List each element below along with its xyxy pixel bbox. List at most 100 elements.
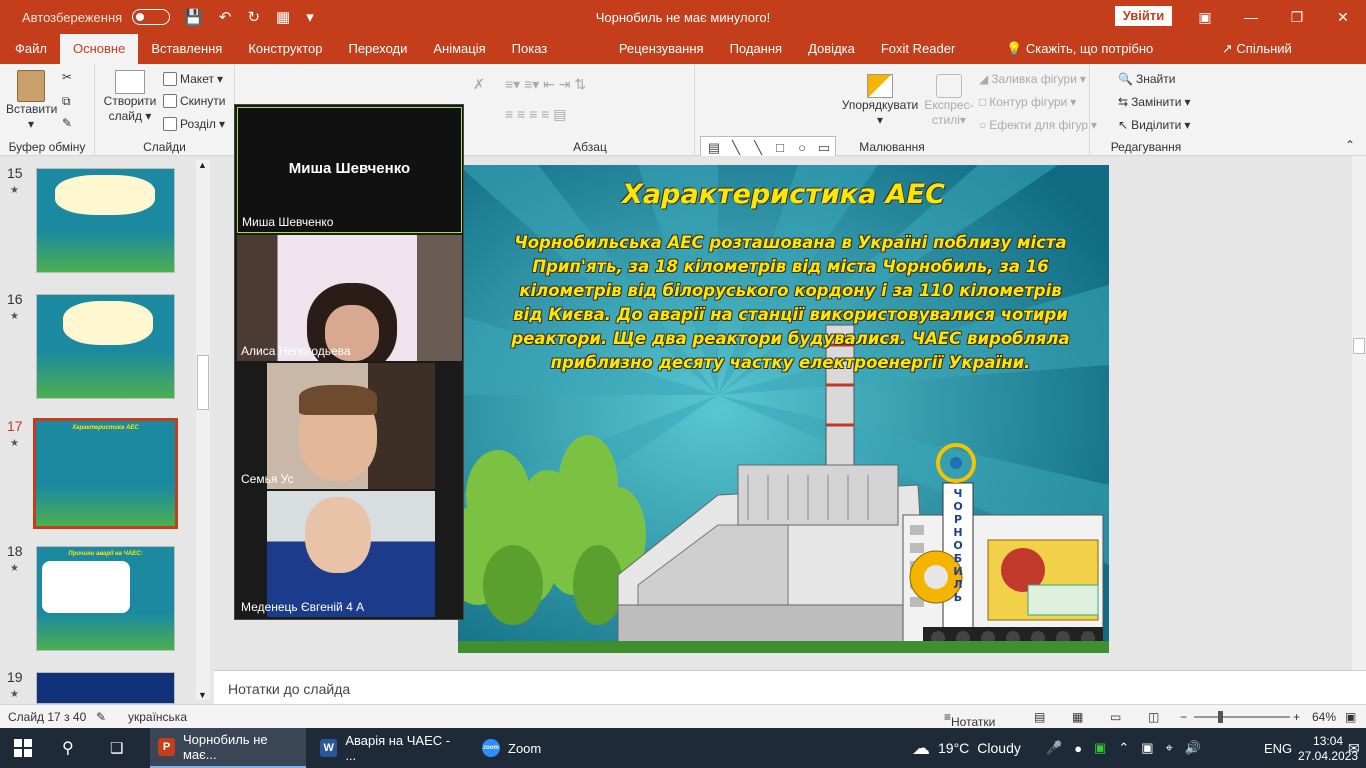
- quick-styles-button[interactable]: Експрес-стилі▾: [923, 74, 975, 128]
- participant-tile[interactable]: Алиса Непогодьева: [237, 235, 462, 361]
- share-button[interactable]: ↗ Спільний доступ: [1209, 34, 1344, 86]
- slide-sorter-icon[interactable]: ▦: [1072, 710, 1083, 724]
- chornobyl-sign: ЧОРНОБИЛЬ: [953, 487, 963, 604]
- zoom-level[interactable]: 64%: [1312, 710, 1336, 724]
- ribbon-display-icon[interactable]: ▣: [1182, 0, 1228, 34]
- weather-widget[interactable]: ☁ 19°C Cloudy: [912, 728, 1021, 768]
- editor-scroll-thumb[interactable]: [1353, 338, 1365, 354]
- cloud-icon: ☁: [912, 737, 930, 758]
- reset-button[interactable]: Скинути: [163, 94, 225, 108]
- slideshow-icon[interactable]: ◫: [1148, 710, 1159, 724]
- select-button[interactable]: ↖ Виділити ▾: [1118, 118, 1190, 132]
- wifi-icon[interactable]: ⌖: [1166, 740, 1173, 756]
- slide-number: 17: [7, 418, 23, 434]
- zoom-slider-thumb[interactable]: [1218, 711, 1223, 723]
- redo-icon[interactable]: ↻: [247, 8, 260, 26]
- shape-fill-button[interactable]: ◢ Заливка фігури ▾: [979, 72, 1086, 86]
- copy-icon[interactable]: ⧉: [62, 94, 71, 109]
- bullets-icon[interactable]: ≡▾ ≡▾ ⇤ ⇥ ⇅: [505, 76, 586, 93]
- new-slide-button[interactable]: Створити слайд ▾: [101, 70, 159, 124]
- microphone-icon[interactable]: 🎤: [1046, 740, 1062, 756]
- show-hidden-icons[interactable]: ⌃: [1118, 740, 1129, 756]
- slide-thumbnail-16[interactable]: [36, 294, 175, 399]
- replace-button[interactable]: ⇆ Замінити ▾: [1118, 95, 1190, 109]
- thumbnails-scroll-thumb[interactable]: [197, 355, 209, 410]
- taskbar-word[interactable]: W Аварія на ЧАЕС - ...: [312, 728, 468, 768]
- slide-thumbnail-15[interactable]: [36, 168, 175, 273]
- green-app-icon[interactable]: ▣: [1094, 740, 1106, 756]
- lightbulb-icon: 💡: [1006, 41, 1023, 56]
- shape-outline-button[interactable]: □ Контур фігури ▾: [979, 95, 1076, 109]
- zoom-out-icon[interactable]: −: [1180, 710, 1187, 724]
- ribbon: Вставити ▾ ✂ ⧉ ✎ Буфер обміну Створити сла…: [0, 64, 1366, 196]
- volume-icon[interactable]: 🔊: [1185, 740, 1201, 756]
- taskbar-powerpoint[interactable]: P Чорнобиль не має...: [150, 728, 306, 768]
- participant-tile[interactable]: Меденець Євгеній 4 А: [237, 491, 462, 617]
- clear-format-icon[interactable]: ✗: [473, 76, 485, 93]
- section-button[interactable]: Розділ ▾: [163, 117, 225, 131]
- slide-number: 18: [7, 543, 23, 559]
- participant-tile[interactable]: Семья Ус: [237, 363, 462, 489]
- sign-in-button[interactable]: Увійти: [1115, 6, 1172, 26]
- cut-icon[interactable]: ✂: [62, 70, 72, 84]
- layout-button[interactable]: Макет ▾: [163, 72, 223, 86]
- shape-effects-button[interactable]: ○ Ефекти для фігур ▾: [979, 118, 1097, 132]
- align-icons[interactable]: ≡ ≡ ≡ ≡ ▤: [505, 106, 566, 123]
- minimize-icon[interactable]: —: [1228, 0, 1274, 34]
- tab-file[interactable]: Файл: [0, 34, 60, 64]
- collapse-ribbon-icon[interactable]: ⌃: [1345, 138, 1355, 152]
- scroll-up-icon[interactable]: ▲: [198, 160, 207, 170]
- arrange-button[interactable]: Упорядкувати ▾: [840, 74, 920, 128]
- tab-view[interactable]: Подання: [717, 34, 796, 64]
- slide-body-text[interactable]: Чорнобильська АЕС розташована в Україні …: [508, 231, 1073, 375]
- tab-help[interactable]: Довідка: [795, 34, 868, 64]
- keyboard-language[interactable]: ENG: [1264, 728, 1292, 768]
- task-view-icon[interactable]: ❏: [110, 728, 123, 768]
- taskbar-zoom[interactable]: zoom Zoom: [474, 728, 574, 768]
- participant-tile[interactable]: Миша Шевченко Миша Шевченко: [237, 107, 462, 233]
- tab-animations[interactable]: Анімація: [420, 34, 498, 64]
- tab-foxit[interactable]: Foxit Reader PDF: [868, 34, 993, 86]
- spellcheck-icon[interactable]: ✎: [96, 710, 106, 724]
- search-icon[interactable]: ⚲: [62, 728, 74, 768]
- present-icon[interactable]: ▦: [276, 8, 290, 26]
- zoom-tray-icon[interactable]: ●: [1074, 741, 1082, 756]
- fit-slide-icon[interactable]: ▣: [1345, 710, 1356, 724]
- tab-design[interactable]: Конструктор: [235, 34, 335, 64]
- reading-view-icon[interactable]: ▭: [1110, 710, 1121, 724]
- slide-thumbnail-18[interactable]: Причини аварії на ЧАЕС:: [36, 546, 175, 651]
- format-painter-icon[interactable]: ✎: [62, 116, 72, 130]
- scroll-down-icon[interactable]: ▼: [198, 690, 207, 700]
- autosave-toggle[interactable]: [132, 9, 171, 25]
- editor-scrollbar[interactable]: [1352, 156, 1366, 670]
- save-icon[interactable]: 💾: [184, 8, 203, 26]
- find-button[interactable]: 🔍 Знайти: [1118, 72, 1175, 86]
- windows-start-icon[interactable]: [14, 728, 32, 768]
- zoom-in-icon[interactable]: +: [1293, 710, 1300, 724]
- notifications-icon[interactable]: ✉: [1348, 728, 1360, 768]
- slide-thumbnail-19[interactable]: [36, 672, 175, 704]
- paste-button[interactable]: Вставити ▾: [6, 70, 57, 132]
- network-icon[interactable]: ▣: [1141, 740, 1153, 756]
- tab-slideshow[interactable]: Показ слайдів: [499, 34, 606, 86]
- normal-view-icon[interactable]: ▤: [1034, 710, 1045, 724]
- close-icon[interactable]: ✕: [1320, 0, 1366, 34]
- tell-me-search[interactable]: 💡 Скажіть, що потрібно зробити: [993, 34, 1209, 86]
- slide-thumbnail-17[interactable]: Характеристика АЕС: [33, 418, 178, 529]
- slide-title[interactable]: Характеристика АЕС: [458, 179, 1109, 210]
- maximize-icon[interactable]: ❐: [1274, 0, 1320, 34]
- notes-pane[interactable]: Нотатки до слайда: [214, 670, 1366, 704]
- customize-qat-icon[interactable]: ▾: [306, 8, 314, 26]
- undo-icon[interactable]: ↶: [219, 8, 232, 26]
- tab-review[interactable]: Рецензування: [606, 34, 717, 64]
- current-slide[interactable]: ЧОРНОБИЛЬ Характеристика АЕС Чорнобильсь…: [458, 165, 1109, 653]
- tab-transitions[interactable]: Переходи: [335, 34, 420, 64]
- zoom-slider[interactable]: [1194, 716, 1290, 718]
- slide-number: 19: [7, 669, 23, 685]
- thumbnails-scrollbar[interactable]: [196, 160, 210, 700]
- zoom-gallery-panel[interactable]: Миша Шевченко Миша Шевченко Алиса Непого…: [234, 104, 464, 620]
- tab-insert[interactable]: Вставлення: [138, 34, 235, 64]
- language-indicator[interactable]: українська: [128, 710, 187, 724]
- tab-home[interactable]: Основне: [59, 34, 139, 64]
- notes-toggle-button[interactable]: ≡ Нотатки: [944, 710, 995, 729]
